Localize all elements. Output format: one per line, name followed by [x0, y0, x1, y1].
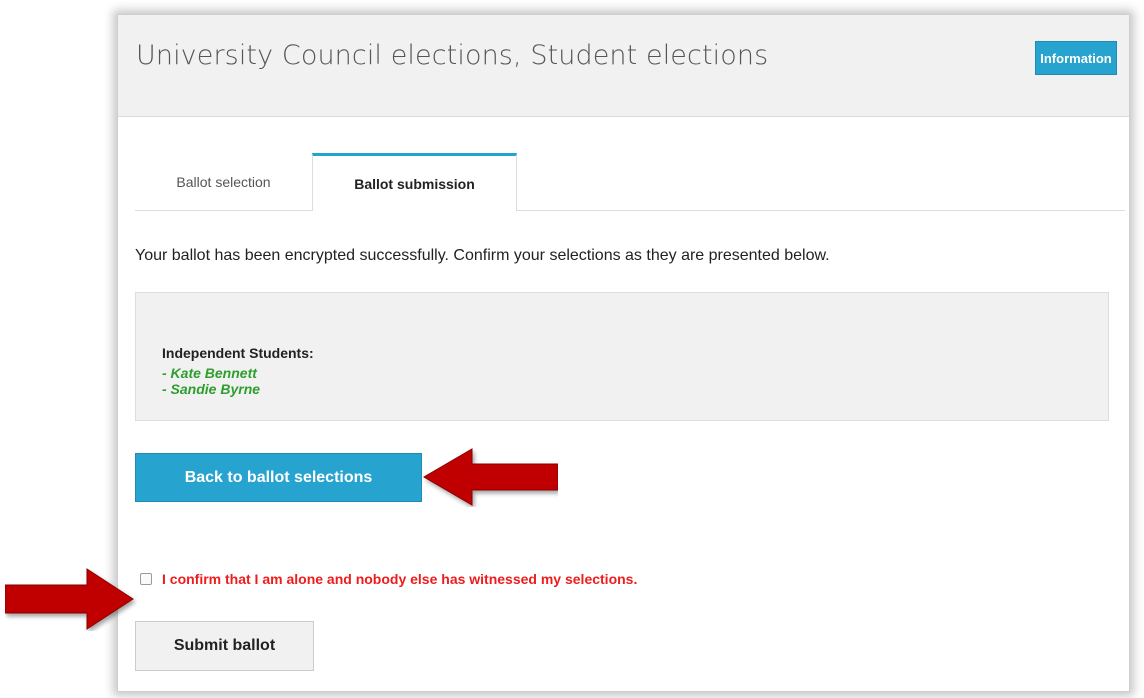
right-arrow-annotation-icon [423, 448, 558, 506]
submit-ballot-button[interactable]: Submit ballot [135, 621, 314, 671]
election-panel: University Council elections, Student el… [117, 14, 1130, 692]
candidate-item: - Sandie Byrne [162, 381, 261, 397]
information-button[interactable]: Information [1035, 41, 1117, 75]
right-arrow-annotation-icon [5, 568, 134, 630]
confirm-label[interactable]: I confirm that I am alone and nobody els… [162, 571, 637, 587]
tab-ballot-selection[interactable]: Ballot selection [135, 153, 312, 210]
panel-header: University Council elections, Student el… [118, 15, 1129, 117]
group-title: Independent Students: [162, 345, 314, 361]
intro-text: Your ballot has been encrypted successfu… [135, 247, 830, 264]
page-title: University Council elections, Student el… [136, 40, 769, 71]
tab-bar: Ballot selection Ballot submission [135, 153, 1125, 211]
tab-ballot-submission[interactable]: Ballot submission [312, 153, 517, 211]
confirm-row: I confirm that I am alone and nobody els… [140, 571, 637, 587]
confirm-checkbox[interactable] [140, 573, 152, 585]
selections-summary: Independent Students: - Kate Bennett - S… [135, 292, 1109, 421]
candidate-item: - Kate Bennett [162, 365, 257, 381]
back-to-selections-button[interactable]: Back to ballot selections [135, 453, 422, 502]
